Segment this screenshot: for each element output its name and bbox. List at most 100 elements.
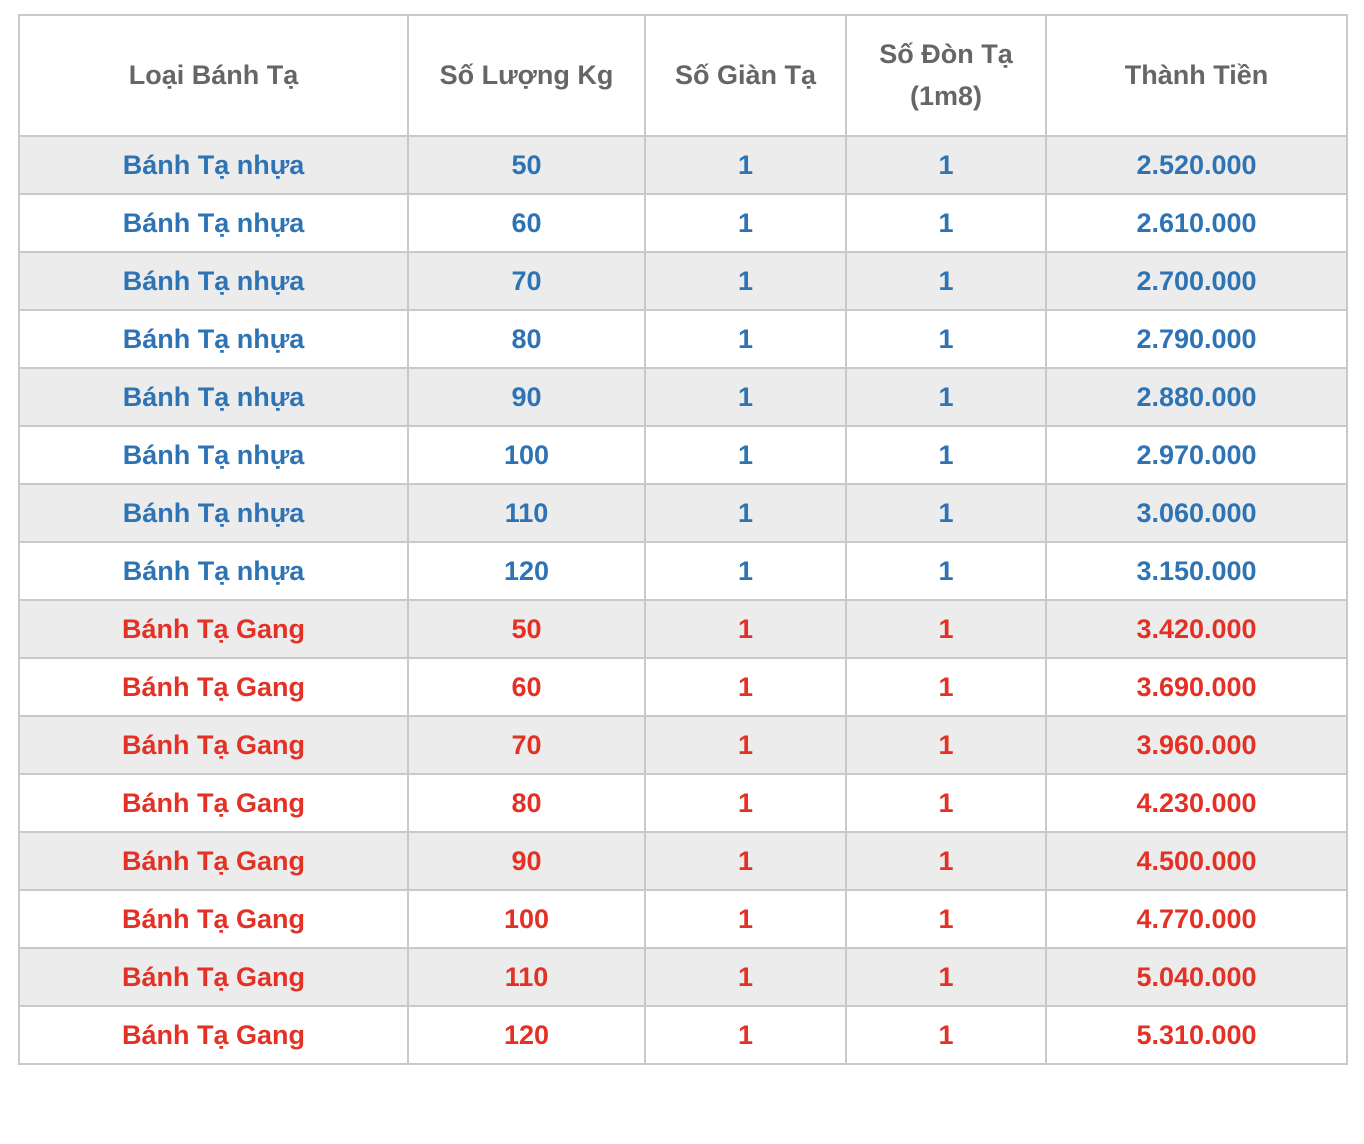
cell-rack-count: 1 xyxy=(644,947,847,1007)
cell-total-price: 3.150.000 xyxy=(1045,541,1348,601)
cell-bar-count: 1 xyxy=(845,715,1047,775)
cell-product-type: Bánh Tạ Gang xyxy=(18,657,409,717)
cell-rack-count: 1 xyxy=(644,309,847,369)
cell-weight-kg: 90 xyxy=(407,367,646,427)
cell-weight-kg: 110 xyxy=(407,483,646,543)
table-row: Bánh Tạ Gang 70 1 1 3.960.000 xyxy=(18,715,1348,775)
cell-bar-count: 1 xyxy=(845,367,1047,427)
cell-product-type: Bánh Tạ Gang xyxy=(18,1005,409,1065)
cell-total-price: 2.880.000 xyxy=(1045,367,1348,427)
cell-weight-kg: 70 xyxy=(407,715,646,775)
price-table: Loại Bánh Tạ Số Lượng Kg Số Giàn Tạ Số Đ… xyxy=(18,14,1348,1065)
cell-weight-kg: 80 xyxy=(407,309,646,369)
cell-bar-count: 1 xyxy=(845,1005,1047,1065)
cell-rack-count: 1 xyxy=(644,541,847,601)
cell-rack-count: 1 xyxy=(644,889,847,949)
cell-weight-kg: 120 xyxy=(407,1005,646,1065)
cell-rack-count: 1 xyxy=(644,599,847,659)
table-row: Bánh Tạ Gang 100 1 1 4.770.000 xyxy=(18,889,1348,949)
cell-rack-count: 1 xyxy=(644,831,847,891)
cell-bar-count: 1 xyxy=(845,483,1047,543)
column-header-loai-banh-ta: Loại Bánh Tạ xyxy=(18,14,409,137)
table-row: Bánh Tạ nhựa 60 1 1 2.610.000 xyxy=(18,193,1348,253)
cell-product-type: Bánh Tạ nhựa xyxy=(18,135,409,195)
column-header-so-gian-ta: Số Giàn Tạ xyxy=(644,14,847,137)
page: Loại Bánh Tạ Số Lượng Kg Số Giàn Tạ Số Đ… xyxy=(0,0,1364,1079)
cell-rack-count: 1 xyxy=(644,483,847,543)
cell-product-type: Bánh Tạ nhựa xyxy=(18,425,409,485)
table-row: Bánh Tạ nhựa 80 1 1 2.790.000 xyxy=(18,309,1348,369)
cell-bar-count: 1 xyxy=(845,657,1047,717)
cell-total-price: 3.060.000 xyxy=(1045,483,1348,543)
cell-product-type: Bánh Tạ nhựa xyxy=(18,251,409,311)
cell-weight-kg: 50 xyxy=(407,599,646,659)
table-row: Bánh Tạ Gang 110 1 1 5.040.000 xyxy=(18,947,1348,1007)
table-row: Bánh Tạ nhựa 110 1 1 3.060.000 xyxy=(18,483,1348,543)
cell-weight-kg: 60 xyxy=(407,193,646,253)
cell-bar-count: 1 xyxy=(845,599,1047,659)
cell-product-type: Bánh Tạ Gang xyxy=(18,599,409,659)
table-header: Loại Bánh Tạ Số Lượng Kg Số Giàn Tạ Số Đ… xyxy=(18,14,1348,137)
cell-weight-kg: 80 xyxy=(407,773,646,833)
table-row: Bánh Tạ nhựa 100 1 1 2.970.000 xyxy=(18,425,1348,485)
table-row: Bánh Tạ Gang 50 1 1 3.420.000 xyxy=(18,599,1348,659)
cell-total-price: 2.790.000 xyxy=(1045,309,1348,369)
cell-total-price: 3.960.000 xyxy=(1045,715,1348,775)
cell-rack-count: 1 xyxy=(644,135,847,195)
cell-product-type: Bánh Tạ nhựa xyxy=(18,309,409,369)
cell-product-type: Bánh Tạ nhựa xyxy=(18,193,409,253)
table-row: Bánh Tạ nhựa 90 1 1 2.880.000 xyxy=(18,367,1348,427)
header-row: Loại Bánh Tạ Số Lượng Kg Số Giàn Tạ Số Đ… xyxy=(18,14,1348,137)
cell-total-price: 3.690.000 xyxy=(1045,657,1348,717)
cell-rack-count: 1 xyxy=(644,1005,847,1065)
cell-weight-kg: 70 xyxy=(407,251,646,311)
cell-weight-kg: 60 xyxy=(407,657,646,717)
cell-product-type: Bánh Tạ Gang xyxy=(18,715,409,775)
cell-weight-kg: 110 xyxy=(407,947,646,1007)
cell-product-type: Bánh Tạ nhựa xyxy=(18,541,409,601)
cell-total-price: 5.040.000 xyxy=(1045,947,1348,1007)
cell-product-type: Bánh Tạ nhựa xyxy=(18,367,409,427)
table-row: Bánh Tạ Gang 80 1 1 4.230.000 xyxy=(18,773,1348,833)
cell-rack-count: 1 xyxy=(644,251,847,311)
cell-rack-count: 1 xyxy=(644,193,847,253)
table-row: Bánh Tạ nhựa 70 1 1 2.700.000 xyxy=(18,251,1348,311)
table-row: Bánh Tạ Gang 60 1 1 3.690.000 xyxy=(18,657,1348,717)
cell-total-price: 2.520.000 xyxy=(1045,135,1348,195)
column-header-so-don-ta-1m8: Số Đòn Tạ (1m8) xyxy=(845,14,1047,137)
cell-rack-count: 1 xyxy=(644,657,847,717)
cell-bar-count: 1 xyxy=(845,947,1047,1007)
cell-weight-kg: 120 xyxy=(407,541,646,601)
cell-bar-count: 1 xyxy=(845,309,1047,369)
cell-total-price: 4.770.000 xyxy=(1045,889,1348,949)
cell-weight-kg: 100 xyxy=(407,889,646,949)
table-row: Bánh Tạ nhựa 120 1 1 3.150.000 xyxy=(18,541,1348,601)
cell-bar-count: 1 xyxy=(845,773,1047,833)
cell-product-type: Bánh Tạ nhựa xyxy=(18,483,409,543)
cell-total-price: 2.970.000 xyxy=(1045,425,1348,485)
cell-rack-count: 1 xyxy=(644,425,847,485)
cell-weight-kg: 90 xyxy=(407,831,646,891)
cell-weight-kg: 100 xyxy=(407,425,646,485)
cell-total-price: 4.230.000 xyxy=(1045,773,1348,833)
cell-product-type: Bánh Tạ Gang xyxy=(18,831,409,891)
table-row: Bánh Tạ Gang 90 1 1 4.500.000 xyxy=(18,831,1348,891)
cell-total-price: 4.500.000 xyxy=(1045,831,1348,891)
cell-bar-count: 1 xyxy=(845,889,1047,949)
cell-total-price: 3.420.000 xyxy=(1045,599,1348,659)
cell-rack-count: 1 xyxy=(644,367,847,427)
column-header-so-luong-kg: Số Lượng Kg xyxy=(407,14,646,137)
column-header-thanh-tien: Thành Tiền xyxy=(1045,14,1348,137)
cell-product-type: Bánh Tạ Gang xyxy=(18,889,409,949)
cell-bar-count: 1 xyxy=(845,831,1047,891)
cell-weight-kg: 50 xyxy=(407,135,646,195)
table-row: Bánh Tạ Gang 120 1 1 5.310.000 xyxy=(18,1005,1348,1065)
table-body: Bánh Tạ nhựa 50 1 1 2.520.000 Bánh Tạ nh… xyxy=(18,135,1348,1065)
cell-product-type: Bánh Tạ Gang xyxy=(18,773,409,833)
cell-bar-count: 1 xyxy=(845,135,1047,195)
cell-total-price: 5.310.000 xyxy=(1045,1005,1348,1065)
cell-bar-count: 1 xyxy=(845,193,1047,253)
cell-product-type: Bánh Tạ Gang xyxy=(18,947,409,1007)
cell-rack-count: 1 xyxy=(644,715,847,775)
cell-total-price: 2.700.000 xyxy=(1045,251,1348,311)
